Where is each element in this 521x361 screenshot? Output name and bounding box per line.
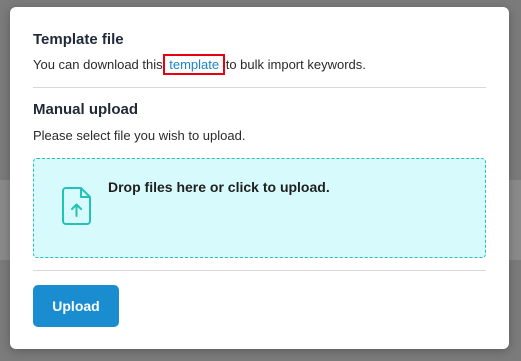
template-section-title: Template file (33, 31, 124, 48)
template-download-link[interactable]: template (163, 54, 226, 75)
manual-upload-title: Manual upload (33, 101, 138, 118)
footer-divider (33, 270, 486, 271)
template-text-before: You can download this (33, 57, 167, 72)
upload-button[interactable]: Upload (33, 285, 119, 327)
dropzone-label: Drop files here or click to upload. (108, 179, 330, 195)
template-section-text: You can download this template to bulk i… (33, 54, 366, 75)
file-dropzone[interactable]: Drop files here or click to upload. (33, 158, 486, 258)
manual-upload-instructions: Please select file you wish to upload. (33, 128, 246, 143)
upload-modal: Template file You can download this temp… (10, 7, 509, 349)
file-upload-icon (62, 187, 91, 225)
template-text-after: to bulk import keywords. (222, 57, 366, 72)
section-divider (33, 87, 486, 88)
